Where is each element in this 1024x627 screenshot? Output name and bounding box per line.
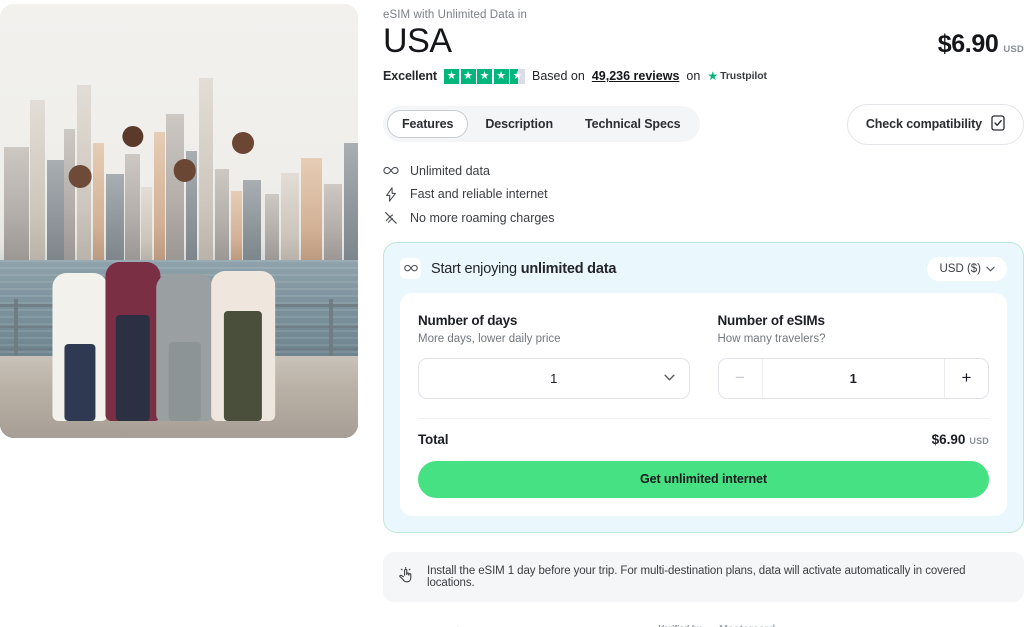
star-icon: ★ xyxy=(460,68,476,84)
tab-features[interactable]: Features xyxy=(387,110,469,139)
esims-decrement-button[interactable]: − xyxy=(719,359,762,398)
trustpilot-name: Trustpilot xyxy=(720,70,767,83)
no-roaming-icon xyxy=(383,211,399,225)
chevron-down-icon xyxy=(663,372,675,384)
configurator-card: Number of days More days, lower daily pr… xyxy=(400,292,1007,516)
hero-image xyxy=(0,4,358,438)
days-label: Number of days xyxy=(418,312,518,328)
person-4 xyxy=(208,132,279,421)
title-row: USA $6.90 USD xyxy=(383,22,1024,60)
total-value-group: $6.90 USD xyxy=(932,432,989,447)
hand-tap-icon xyxy=(399,567,414,586)
total-row: Total $6.90 USD xyxy=(418,419,989,461)
offer-card-header: Start enjoying unlimited data USD ($) xyxy=(384,243,1023,293)
esims-field: Number of eSIMs How many travelers? − 1 … xyxy=(704,312,989,399)
price-currency: USD xyxy=(1003,44,1024,55)
offer-title-prefix: Start enjoying xyxy=(431,260,521,277)
currency-selector[interactable]: USD ($) xyxy=(927,256,1007,281)
eyebrow-text: eSIM with Unlimited Data in xyxy=(383,9,527,21)
star-icon: ★ xyxy=(444,68,459,84)
feature-label: No more roaming charges xyxy=(410,210,555,225)
install-notice-text: Install the eSIM 1 day before your trip.… xyxy=(427,564,966,589)
group-of-travelers xyxy=(50,117,322,421)
rating-word: Excellent xyxy=(383,69,437,84)
device-check-icon xyxy=(991,115,1005,134)
offer-card: Start enjoying unlimited data USD ($) Nu… xyxy=(383,241,1024,533)
offer-title-bold: unlimited data xyxy=(520,260,617,277)
tabs-row: Features Description Technical Specs Che… xyxy=(383,103,1024,145)
offer-title: Start enjoying unlimited data xyxy=(431,261,616,277)
tab-technical-specs[interactable]: Technical Specs xyxy=(570,110,696,138)
star-icon: ★ xyxy=(477,68,492,84)
total-label: Total xyxy=(418,431,449,447)
features-list: Unlimited data Fast and reliable interne… xyxy=(383,164,1024,225)
offer-title-group: Start enjoying unlimited data xyxy=(400,258,616,280)
esims-sublabel: How many travelers? xyxy=(717,332,826,345)
feature-item: Fast and reliable internet xyxy=(383,186,1024,202)
check-compatibility-button[interactable]: Check compatibility xyxy=(846,103,1024,145)
days-select-value: 1 xyxy=(550,370,558,386)
feature-item: No more roaming charges xyxy=(383,211,1024,225)
product-page: eSIM with Unlimited Data in USA $6.90 US… xyxy=(0,0,1024,627)
star-half-icon: ★ xyxy=(510,68,525,84)
product-details: eSIM with Unlimited Data in USA $6.90 US… xyxy=(383,0,1024,627)
trustpilot-rating: Excellent ★ ★ ★ ★ ★ Based on 49,236 revi… xyxy=(383,68,1024,84)
lightning-icon xyxy=(383,186,399,202)
price-block: $6.90 USD xyxy=(938,24,1024,59)
currency-selector-label: USD ($) xyxy=(939,262,981,275)
trustpilot-star-icon: ★ xyxy=(707,69,719,84)
install-notice: Install the eSIM 1 day before your trip.… xyxy=(383,551,1024,602)
star-icon: ★ xyxy=(493,68,509,84)
check-compatibility-label: Check compatibility xyxy=(865,117,982,132)
feature-label: Fast and reliable internet xyxy=(410,187,548,202)
page-title: USA xyxy=(383,22,452,60)
feature-item: Unlimited data xyxy=(383,164,1024,178)
tab-bar: Features Description Technical Specs xyxy=(383,106,700,143)
tab-description[interactable]: Description xyxy=(470,110,568,138)
feature-label: Unlimited data xyxy=(410,163,490,178)
on-label: on xyxy=(686,69,701,84)
based-on-label: Based on xyxy=(532,69,585,84)
infinity-badge-icon xyxy=(400,258,421,280)
chevron-down-icon xyxy=(986,263,995,275)
get-unlimited-internet-button[interactable]: Get unlimited internet xyxy=(418,460,989,498)
days-select[interactable]: 1 xyxy=(418,357,690,399)
days-sublabel: More days, lower daily price xyxy=(418,332,561,345)
esims-value: 1 xyxy=(761,358,945,398)
days-field: Number of days More days, lower daily pr… xyxy=(418,313,704,399)
infinity-icon xyxy=(383,166,399,176)
reviews-count-link[interactable]: 49,236 reviews xyxy=(592,69,680,83)
star-rating: ★ ★ ★ ★ ★ xyxy=(444,68,525,84)
trustpilot-logo: ★ Trustpilot xyxy=(707,69,767,83)
person-3 xyxy=(153,159,216,421)
esims-increment-button[interactable]: + xyxy=(945,359,988,398)
total-currency: USD xyxy=(969,435,989,446)
price-amount: $6.90 xyxy=(937,30,999,58)
esims-label: Number of eSIMs xyxy=(717,312,825,328)
configurator-fields: Number of days More days, lower daily pr… xyxy=(418,313,989,399)
esims-stepper: − 1 + xyxy=(717,357,989,399)
total-amount: $6.90 xyxy=(931,431,966,447)
